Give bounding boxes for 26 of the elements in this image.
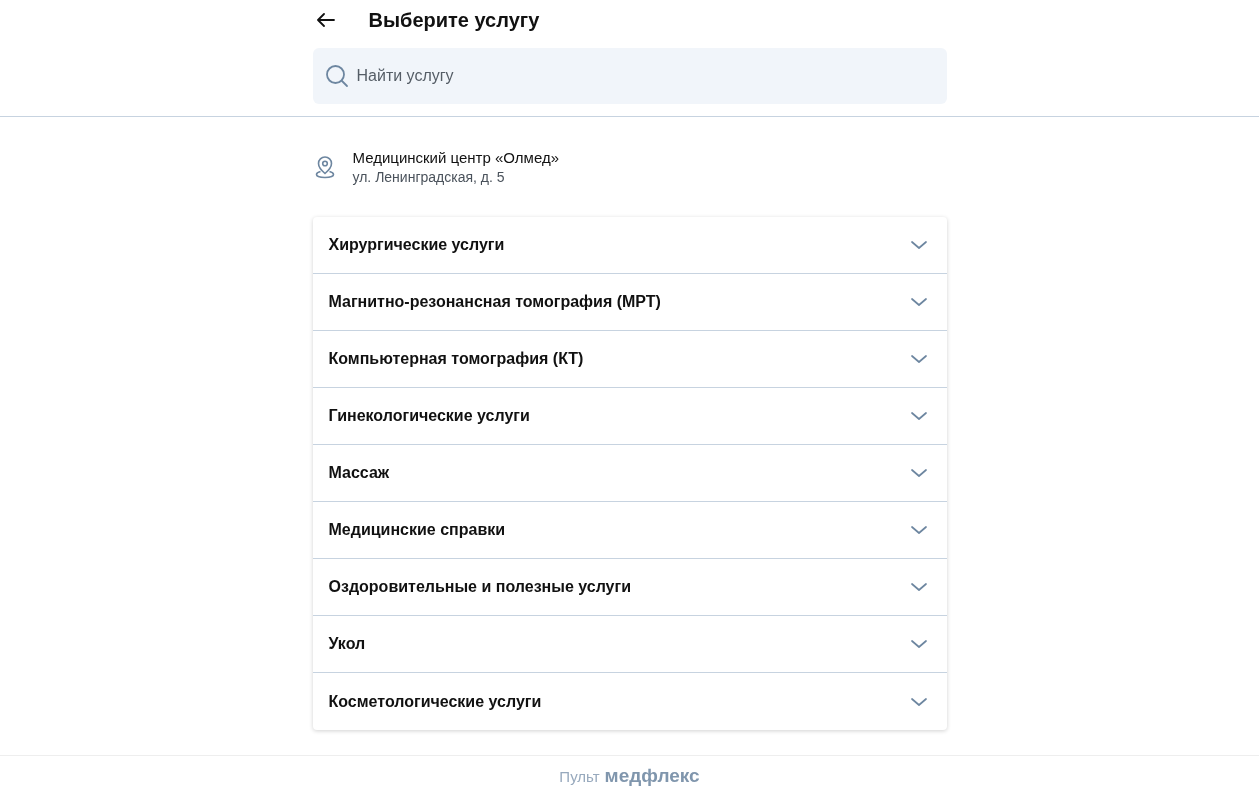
chevron-down-icon [910, 240, 927, 250]
clinic-address: ул. Ленинградская, д. 5 [352, 169, 506, 185]
chevron-down-icon [910, 696, 927, 707]
category-row[interactable]: Компьютерная томография (КТ) [312, 331, 947, 388]
location-pin-icon [314, 155, 335, 179]
chevron-down-icon [910, 468, 927, 478]
chevron-down-icon [910, 525, 927, 535]
clinic-name: Медицинский центр «Олмед» [352, 149, 559, 166]
chevron-down-icon [910, 354, 927, 364]
category-row[interactable]: Магнитно-резонансная томография (МРТ) [312, 274, 947, 331]
category-row[interactable]: Медицинские справки [312, 502, 947, 559]
category-row[interactable]: Косметологические услуги [312, 673, 947, 730]
footer-text: Пульт [559, 768, 600, 785]
chevron-down-icon [910, 582, 927, 592]
category-row[interactable]: Массаж [312, 445, 947, 502]
category-row[interactable]: Хирургические услуги [312, 217, 947, 274]
back-arrow-icon [316, 13, 335, 27]
page-title: Выберите услугу [368, 8, 540, 32]
chevron-down-icon [910, 639, 927, 649]
search-field[interactable]: Найти услугу [312, 48, 947, 104]
category-row[interactable]: Укол [312, 616, 947, 673]
category-row[interactable]: Оздоровительные и полезные услуги [312, 559, 947, 616]
chevron-down-icon [910, 411, 927, 421]
brand-logo: медфлекс [604, 765, 700, 787]
category-row[interactable]: Гинекологические услуги [312, 388, 947, 445]
chevron-down-icon [910, 297, 927, 307]
